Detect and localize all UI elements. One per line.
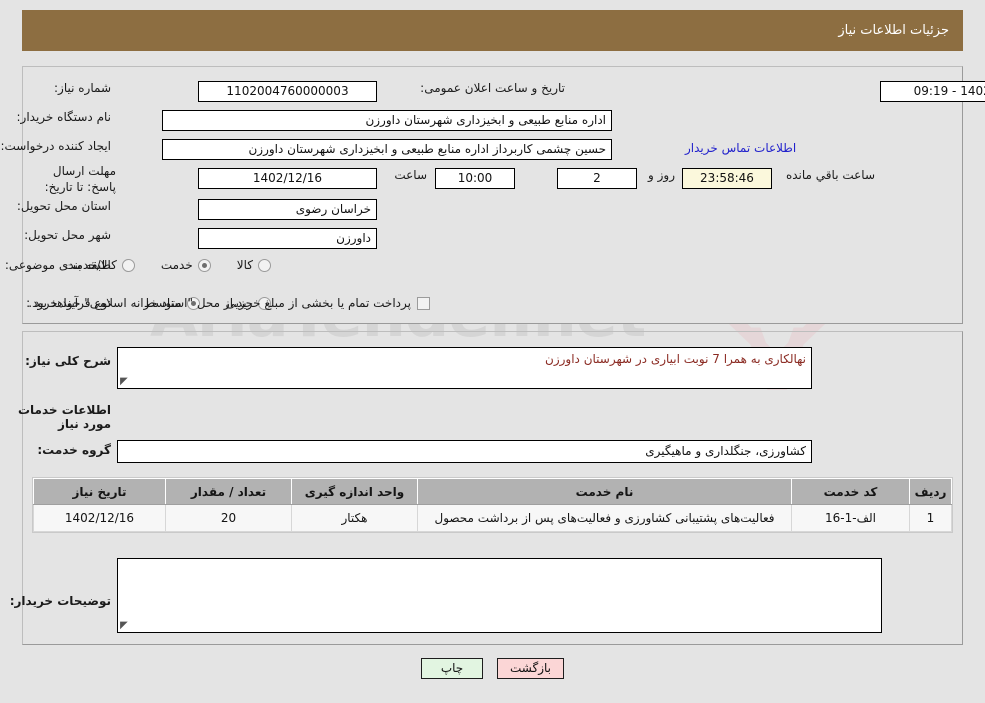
radio-icon[interactable] (197, 258, 211, 272)
city-label: شهر محل تحویل: (24, 228, 111, 242)
service-group-field[interactable]: کشاورزی، جنگلداری و ماهیگیری (117, 440, 812, 463)
services-table: ردیف کد خدمت نام خدمت واحد اندازه گیری ت… (33, 478, 952, 532)
deadline-time-field[interactable]: 10:00 (435, 168, 515, 189)
contact-link-row: اطلاعات تماس خریدار (685, 141, 796, 155)
province-field[interactable]: خراسان رضوی (198, 199, 377, 220)
deadline-date-row: 1402/12/16 (198, 168, 377, 189)
countdown-timer-field: 23:58:46 (682, 168, 772, 189)
days-row: 2 (557, 168, 637, 189)
radio-icon[interactable] (258, 258, 271, 272)
category-option-label: خدمت (160, 258, 193, 272)
city-field-row: داورزن (198, 228, 377, 249)
hour-label-row: ساعت (394, 168, 427, 182)
services-table-body: 1 الف-1-16 فعالیت‌های پشتیبانی کشاورزی و… (33, 504, 952, 532)
action-buttons: بازگشت چاپ (0, 658, 985, 679)
category-option-label: کالا (236, 258, 253, 272)
resize-handle-icon[interactable]: ◥ (120, 376, 130, 387)
page-title: جزئیات اطلاعات نیاز (838, 23, 949, 38)
services-table-wrapper: ردیف کد خدمت نام خدمت واحد اندازه گیری ت… (32, 477, 953, 533)
requester-field-row: حسین چشمی کاربرداز اداره منابع طبیعی و ا… (162, 139, 612, 160)
days-label: روز و (648, 168, 675, 182)
th-need-date: تاریخ نیاز (33, 478, 166, 505)
service-group-label-row: گروه خدمت: (37, 443, 111, 457)
description-value: نهالکاری به همرا 7 نوبت ابیاری در شهرستا… (545, 352, 806, 366)
category-option-kala[interactable]: کالا (237, 258, 271, 272)
treasury-checkbox-label: پرداخت تمام یا بخشی از مبلغ خرید،از محل … (28, 296, 411, 310)
category-option-kala-khedmat[interactable]: کالا/خدمت (65, 258, 135, 272)
description-label-row: شرح کلی نیاز: (25, 354, 111, 368)
buyer-notes-label: توضیحات خریدار: (9, 594, 111, 608)
page-root: AriaTender.net V جزئیات اطلاعات نیاز شما… (0, 0, 985, 703)
announce-field-row: 1402/12/13 - 09:19 (880, 81, 985, 102)
treasury-checkbox-row[interactable]: پرداخت تمام یا بخشی از مبلغ خرید،از محل … (28, 296, 430, 310)
announce-datetime-field[interactable]: 1402/12/13 - 09:19 (880, 81, 985, 102)
deadline-date-field[interactable]: 1402/12/16 (198, 168, 377, 189)
buyer-contact-link[interactable]: اطلاعات تماس خریدار (685, 141, 796, 155)
th-index: ردیف (909, 478, 952, 505)
need-number-label: شماره نیاز: (54, 81, 111, 95)
announce-label: تاریخ و ساعت اعلان عمومی: (420, 81, 565, 95)
requester-label: ایجاد کننده درخواست: (0, 139, 111, 153)
table-row: 1 الف-1-16 فعالیت‌های پشتیبانی کشاورزی و… (33, 504, 952, 532)
description-textarea[interactable]: نهالکاری به همرا 7 نوبت ابیاری در شهرستا… (117, 347, 812, 389)
cell-need-date: 1402/12/16 (33, 504, 166, 532)
deadline-label: مهلت ارسال پاسخ: تا تاریخ: (44, 164, 116, 194)
city-label-row: شهر محل تحویل: (24, 228, 111, 242)
buyer-notes-label-row: توضیحات خریدار: (10, 594, 111, 608)
th-unit: واحد اندازه گیری (291, 478, 418, 505)
services-table-head: ردیف کد خدمت نام خدمت واحد اندازه گیری ت… (33, 478, 952, 505)
th-code: کد خدمت (791, 478, 910, 505)
days-remaining-field: 2 (557, 168, 637, 189)
countdown-label: ساعت باقي مانده (785, 168, 875, 182)
buyer-notes-textarea[interactable]: ◥ (117, 558, 882, 633)
need-number-field[interactable]: 1102004760000003 (198, 81, 377, 102)
countdown-label-row: ساعت باقي مانده (786, 168, 875, 182)
page-header: جزئیات اطلاعات نیاز (22, 10, 963, 51)
need-number-label-row: شماره نیاز: (54, 81, 111, 95)
th-quantity: تعداد / مقدار (165, 478, 292, 505)
description-label: شرح کلی نیاز: (25, 354, 111, 368)
resize-handle-icon[interactable]: ◥ (120, 620, 130, 631)
buyer-org-label-row: نام دستگاه خریدار: (17, 110, 112, 124)
cell-name: فعالیت‌های پشتیبانی کشاورزی و فعالیت‌های… (417, 504, 792, 532)
back-button[interactable]: بازگشت (497, 658, 564, 679)
buyer-org-field-row: اداره منابع طبیعی و ابخیزداری شهرستان دا… (162, 110, 612, 131)
cell-index: 1 (909, 504, 952, 532)
buyer-org-label: نام دستگاه خریدار: (16, 110, 112, 124)
category-option-khedmat[interactable]: خدمت (161, 258, 211, 272)
announce-label-row: تاریخ و ساعت اعلان عمومی: (420, 81, 565, 95)
service-group-field-row: کشاورزی، جنگلداری و ماهیگیری (117, 440, 812, 463)
service-group-label: گروه خدمت: (37, 443, 111, 457)
requester-field[interactable]: حسین چشمی کاربرداز اداره منابع طبیعی و ا… (162, 139, 612, 160)
deadline-label-row: مهلت ارسال پاسخ: تا تاریخ: (21, 163, 116, 195)
services-section-heading: اطلاعات خدمات مورد نیاز (17, 403, 111, 431)
print-button[interactable]: چاپ (421, 658, 483, 679)
deadline-time-row: 10:00 (435, 168, 515, 189)
countdown-row: 23:58:46 (682, 168, 772, 189)
category-option-label: کالا/خدمت (64, 258, 117, 272)
hour-label: ساعت (394, 168, 427, 182)
radio-icon[interactable] (121, 258, 135, 272)
cell-code: الف-1-16 (791, 504, 910, 532)
requester-label-row: ایجاد کننده درخواست: (0, 139, 111, 153)
province-label: استان محل تحویل: (16, 199, 111, 213)
cell-unit: هکتار (291, 504, 418, 532)
checkbox-icon[interactable] (417, 296, 430, 310)
need-number-field-row: 1102004760000003 (198, 81, 377, 102)
days-label-row: روز و (648, 168, 675, 182)
buyer-org-field[interactable]: اداره منابع طبیعی و ابخیزداری شهرستان دا… (162, 110, 612, 131)
province-label-row: استان محل تحویل: (17, 199, 111, 213)
city-field[interactable]: داورزن (198, 228, 377, 249)
province-field-row: خراسان رضوی (198, 199, 377, 220)
table-header-row: ردیف کد خدمت نام خدمت واحد اندازه گیری ت… (33, 478, 952, 505)
category-options-row: کالا خدمت کالا/خدمت (65, 258, 271, 272)
need-info-panel (22, 66, 963, 324)
cell-quantity: 20 (165, 504, 292, 532)
th-name: نام خدمت (417, 478, 792, 505)
